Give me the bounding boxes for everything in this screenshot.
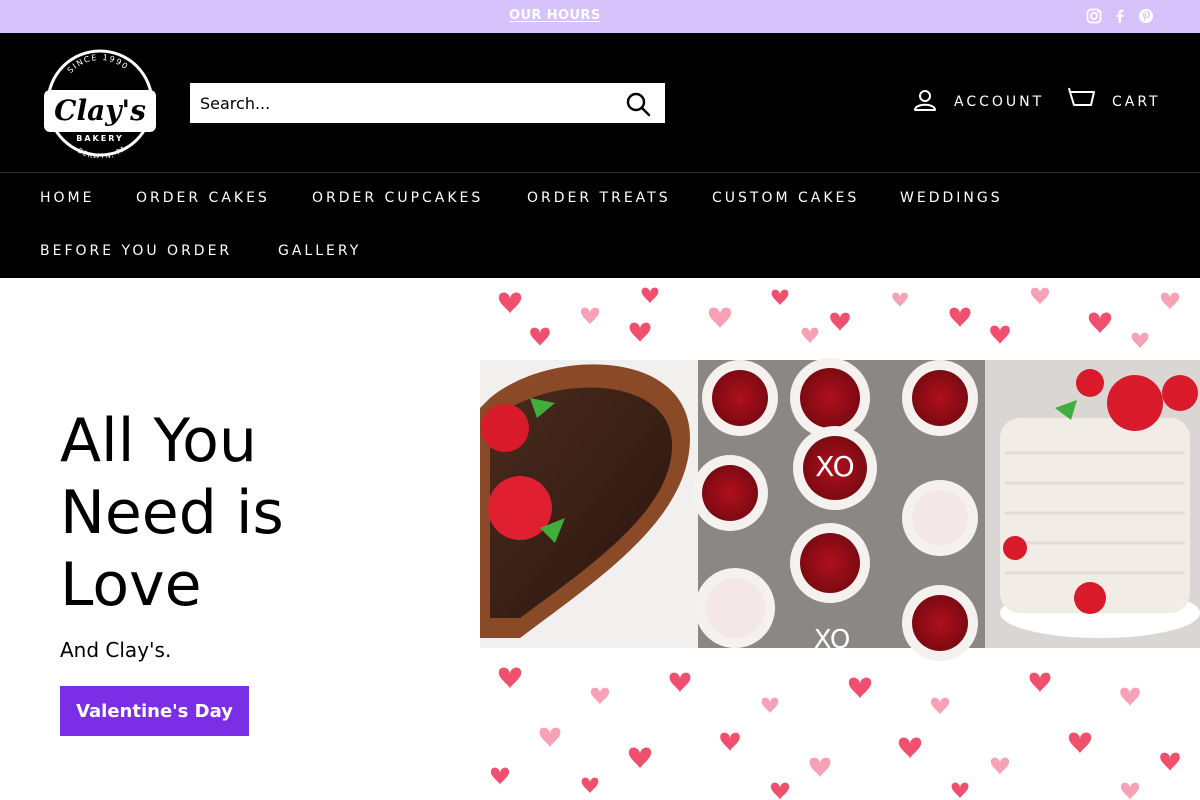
nav-weddings[interactable]: WEDDINGS — [900, 190, 1003, 206]
account-link[interactable]: ACCOUNT — [912, 88, 1044, 116]
nav-gallery[interactable]: GALLERY — [278, 243, 361, 259]
cart-link[interactable]: CART — [1068, 87, 1161, 117]
pinterest-icon[interactable] — [1137, 7, 1155, 25]
search-input[interactable] — [190, 83, 610, 123]
site-header: SINCE 1990 Clay's BAKERY BERWYN, PA ACCO… — [0, 33, 1200, 278]
account-label: ACCOUNT — [954, 94, 1045, 110]
nav-order-cupcakes[interactable]: ORDER CUPCAKES — [312, 190, 483, 206]
valentines-day-button[interactable]: Valentine's Day — [60, 686, 249, 736]
our-hours-link[interactable]: OUR HOURS — [509, 8, 601, 23]
facebook-icon[interactable] — [1111, 7, 1129, 25]
hero-headline-line-3: Love — [60, 550, 202, 620]
search-bar — [190, 83, 665, 123]
instagram-icon[interactable] — [1085, 7, 1103, 25]
clays-bakery-logo[interactable]: SINCE 1990 Clay's BAKERY BERWYN, PA — [40, 48, 160, 161]
nav-before-you-order[interactable]: BEFORE YOU ORDER — [40, 243, 232, 259]
cart-label: CART — [1112, 94, 1161, 110]
header-divider — [0, 172, 1200, 173]
social-links — [1085, 7, 1155, 25]
search-icon[interactable] — [625, 91, 651, 117]
svg-text:Clay's: Clay's — [54, 94, 146, 127]
nav-order-treats[interactable]: ORDER TREATS — [527, 190, 671, 206]
svg-text:XO: XO — [815, 450, 854, 483]
user-icon — [912, 87, 938, 117]
nav-order-cakes[interactable]: ORDER CAKES — [136, 190, 270, 206]
nav-home[interactable]: HOME — [40, 190, 94, 206]
hero-subheading: And Clay's. — [60, 638, 172, 662]
hero-image-valentine-desserts: XO XO — [480, 278, 1200, 800]
cart-icon — [1068, 87, 1098, 117]
nav-custom-cakes[interactable]: CUSTOM CAKES — [712, 190, 859, 206]
hero-headline-line-2: Need is — [60, 478, 284, 548]
svg-text:BAKERY: BAKERY — [76, 134, 123, 143]
svg-text:XO: XO — [814, 625, 851, 655]
hero-headline-line-1: All You — [60, 406, 257, 476]
hero-headline: All You Need is Love — [60, 405, 284, 621]
announcement-bar: OUR HOURS — [0, 0, 1200, 33]
